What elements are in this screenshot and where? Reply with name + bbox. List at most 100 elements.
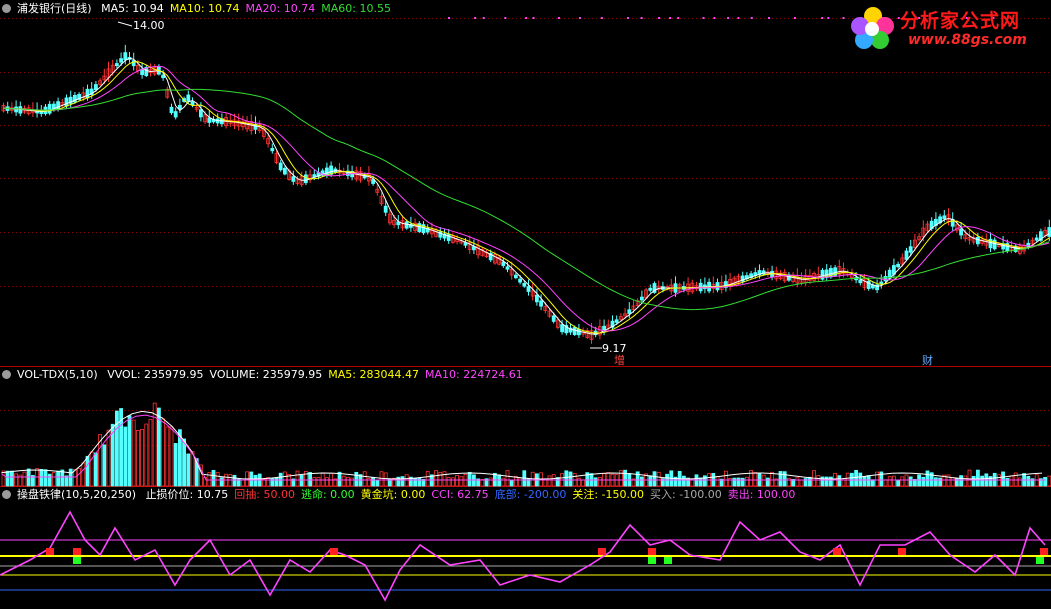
chart-canvas[interactable]	[0, 0, 1051, 609]
candle-body	[417, 223, 422, 232]
escape-signal-square	[648, 557, 656, 564]
collapse-circle-icon[interactable]	[2, 370, 11, 379]
flower-logo-icon	[851, 7, 894, 49]
candle-body	[64, 97, 69, 107]
candle-body	[85, 88, 90, 99]
candle-body	[560, 324, 564, 333]
indicator-title: 操盘铁律(10,5,20,250)	[17, 488, 137, 501]
event-marker-zeng[interactable]: 增	[614, 352, 625, 368]
volume-bar	[417, 477, 422, 487]
candle-body	[177, 104, 182, 110]
candle-body	[514, 274, 518, 279]
volume-bar	[337, 471, 342, 487]
volume-bar	[564, 470, 569, 487]
candle-body	[161, 74, 166, 79]
signal-dot	[821, 17, 824, 19]
candle-body	[526, 286, 531, 292]
signal-dot	[727, 17, 730, 19]
candle-body	[572, 327, 577, 336]
volume-value-2: MA5: 283044.47	[328, 368, 419, 381]
volume-bar	[295, 470, 300, 487]
indicator-value-2: 逃命: 0.00	[300, 488, 355, 501]
volume-bar	[148, 419, 153, 487]
volume-bar	[808, 476, 812, 487]
volume-bar	[371, 477, 376, 487]
ma-value-1: MA10: 10.74	[169, 2, 240, 15]
volume-bar	[144, 423, 149, 487]
candle-body	[539, 300, 543, 307]
candle-body	[518, 278, 522, 283]
candle-body	[858, 279, 863, 284]
volume-bar	[896, 479, 900, 487]
volume-bar	[753, 472, 758, 487]
signal-dot	[504, 17, 507, 19]
site-logo: 分析家公式网 www.88gs.com	[848, 2, 1048, 54]
volume-bar	[467, 471, 472, 487]
volume-bar	[438, 471, 443, 487]
volume-bar	[186, 453, 191, 487]
candle-body	[879, 281, 884, 285]
signal-dot	[793, 17, 796, 19]
ma10-line	[3, 61, 1050, 334]
candle-body	[1047, 227, 1051, 237]
volume-header: VOL-TDX(5,10) VVOL: 235979.95 VOLUME: 235…	[2, 367, 535, 383]
volume-bar	[715, 476, 720, 487]
candle-body	[119, 58, 123, 63]
indicator-value-0: 止损价位: 10.75	[145, 488, 229, 501]
candle-body	[270, 148, 275, 152]
volume-bar	[854, 470, 858, 487]
indicator-value-6: 关注: -150.00	[572, 488, 645, 501]
volume-bar	[47, 473, 52, 487]
volume-bar	[963, 475, 968, 487]
candle-body	[883, 275, 888, 282]
volume-bar	[60, 469, 65, 487]
candle-body	[896, 263, 900, 268]
volume-bar	[518, 477, 522, 487]
volume-bar	[173, 443, 178, 487]
ma20-line	[3, 65, 1050, 332]
escape-signal-square	[73, 557, 81, 564]
volume-bar	[892, 475, 896, 487]
volume-bar	[9, 470, 14, 487]
volume-bar	[455, 474, 460, 487]
collapse-circle-icon[interactable]	[2, 4, 11, 13]
candle-body	[614, 319, 619, 323]
volume-bar	[56, 470, 60, 487]
candle-body	[123, 52, 128, 61]
event-marker-cai[interactable]: 财	[922, 352, 933, 368]
volume-bar	[543, 479, 548, 487]
collapse-circle-icon[interactable]	[2, 490, 11, 499]
high-price-label: 14.00	[133, 19, 165, 32]
candle-body	[169, 106, 174, 114]
signal-dot	[669, 17, 672, 19]
signal-dot	[578, 17, 581, 19]
volume-bar	[745, 476, 749, 487]
volume-bar	[14, 473, 19, 487]
volume-bar	[22, 471, 27, 487]
candle-body	[551, 315, 556, 322]
candle-body	[303, 174, 308, 184]
volume-bar	[799, 479, 804, 487]
volume-bar	[400, 476, 405, 487]
volume-bar	[778, 471, 783, 487]
candle-body	[190, 101, 195, 105]
candle-body	[404, 221, 409, 229]
candle-body	[115, 63, 119, 67]
volume-value-1: VOLUME: 235979.95	[209, 368, 323, 381]
volume-bar	[921, 476, 926, 487]
volume-bar	[219, 477, 224, 487]
volume-bar	[829, 476, 833, 487]
volume-bar	[736, 477, 741, 487]
candle-body	[186, 94, 191, 102]
volume-bar	[1009, 475, 1014, 487]
volume-bar	[215, 472, 220, 487]
signal-dot	[626, 17, 629, 19]
volume-bar	[703, 475, 707, 487]
volume-bar	[312, 477, 317, 487]
candle-body	[173, 111, 178, 118]
volume-bar	[887, 476, 892, 487]
pullback-signal-square	[330, 548, 338, 555]
volume-bar	[577, 477, 581, 487]
volume-bar	[446, 477, 451, 487]
volume-bar	[425, 471, 430, 487]
